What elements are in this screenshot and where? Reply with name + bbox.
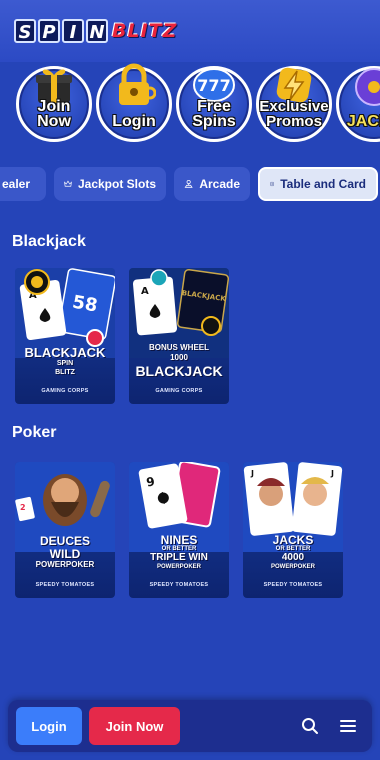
section-title-blackjack: Blackjack — [12, 233, 86, 250]
join-now-button[interactable]: Join Now — [89, 707, 180, 745]
game-title: BLITZ — [55, 369, 75, 376]
game-provider: GAMING CORPS — [155, 388, 203, 394]
card-icon — [270, 182, 274, 186]
section-title-poker: Poker — [12, 424, 57, 441]
quick-link-exclusive-promos[interactable]: Exclusive Promos — [256, 66, 332, 142]
logo-blitz-word: BLITZ — [112, 20, 178, 42]
spin-blitz-logo[interactable]: S P I N BLITZ — [14, 16, 186, 46]
quick-link-jackpot[interactable]: JACKP — [336, 66, 380, 142]
logo-letter: I — [62, 19, 84, 43]
menu-button[interactable] — [336, 714, 360, 738]
game-card-deuces-wild-powerpoker[interactable]: 2 DEUCES WILD POWERPOKER SPEEDY TOMATOES — [15, 462, 115, 598]
login-button[interactable]: Login — [16, 707, 82, 745]
category-tabs: ealer Jackpot Slots Arcade Table and Car… — [0, 167, 380, 203]
padlock-icon — [119, 63, 156, 105]
game-title: POWERPOKER — [35, 560, 95, 569]
quick-link-label: JACKP — [346, 113, 380, 130]
jackpot-wheel-icon — [355, 68, 380, 106]
tab-label: Arcade — [199, 177, 240, 191]
game-provider: SPEEDY TOMATOES — [263, 582, 323, 588]
quick-link-label: Join Now — [37, 98, 71, 130]
game-title: JACKS — [272, 533, 314, 547]
quick-link-label: Login — [112, 113, 156, 130]
quick-link-free-spins[interactable]: 777 Free Spins — [176, 66, 252, 142]
svg-text:A: A — [141, 286, 149, 297]
search-button[interactable] — [298, 714, 322, 738]
game-title: TRIPLE WIN — [150, 552, 208, 563]
game-title: BONUS WHEEL — [149, 343, 209, 352]
game-title: POWERPOKER — [270, 564, 315, 570]
game-card-bonus-wheel-1000-blackjack[interactable]: BLACKJACK A BONUS WHEEL 1000 BLACKJACK G… — [129, 268, 229, 404]
game-title: POWERPOKER — [156, 564, 201, 570]
game-card-nines-or-better-triple-win[interactable]: 9 NINES OR BETTER TRIPLE WIN POWERPOKER … — [129, 462, 229, 598]
game-provider: SPEEDY TOMATOES — [35, 582, 95, 588]
hamburger-menu-icon — [340, 720, 356, 732]
quick-links-row: Join Now Login 777 Free Spins Exclusive Pro… — [0, 62, 380, 146]
game-card-jacks-or-better-4000[interactable]: J J JACKS OR BETTER 4000 POWERPOKER SPEE… — [243, 462, 343, 598]
crown-icon — [64, 180, 72, 187]
game-title: SPIN — [56, 360, 74, 367]
game-title: 1000 — [170, 353, 188, 362]
quick-link-label: Free Spins — [192, 98, 236, 130]
svg-text:J: J — [330, 469, 334, 478]
tab-jackpot-slots[interactable]: Jackpot Slots — [54, 167, 166, 201]
tab-table-and-card[interactable]: Table and Card — [258, 167, 378, 201]
tab-label: Jackpot Slots — [77, 177, 156, 191]
game-title: DEUCES — [39, 534, 90, 548]
quick-link-label: Exclusive Promos — [259, 98, 329, 130]
game-title: BLACKJACK — [135, 363, 223, 379]
top-header: S P I N BLITZ — [0, 0, 380, 62]
quick-link-login[interactable]: Login — [96, 63, 172, 142]
bottom-nav-bar: Login Join Now — [8, 700, 372, 752]
tab-label: Table and Card — [280, 177, 366, 191]
svg-text:2: 2 — [20, 503, 26, 512]
logo-letter: P — [38, 19, 60, 43]
arcade-icon — [184, 179, 193, 188]
game-title: 4000 — [281, 552, 305, 563]
game-card-blackjack-spin-blitz[interactable]: 58 A BLACKJACK SPIN BLITZ GAMING CORPS — [15, 268, 115, 404]
svg-text:777: 777 — [197, 76, 230, 95]
svg-text:J: J — [250, 469, 254, 478]
logo-letter: S — [14, 19, 36, 43]
quick-link-join-now[interactable]: Join Now — [16, 66, 92, 142]
game-title: BLACKJACK — [24, 345, 106, 360]
logo-spin-word: S P I N — [14, 19, 108, 43]
tab-arcade[interactable]: Arcade — [174, 167, 250, 201]
tab-live-dealer[interactable]: ealer — [0, 167, 46, 201]
game-title: NINES — [160, 533, 198, 547]
tab-label: ealer — [2, 177, 31, 191]
svg-text:58: 58 — [71, 292, 99, 317]
game-title: WILD — [49, 547, 81, 561]
game-provider: GAMING CORPS — [41, 388, 89, 394]
search-icon — [302, 718, 318, 734]
logo-letter: N — [86, 19, 108, 43]
game-provider: SPEEDY TOMATOES — [149, 582, 209, 588]
